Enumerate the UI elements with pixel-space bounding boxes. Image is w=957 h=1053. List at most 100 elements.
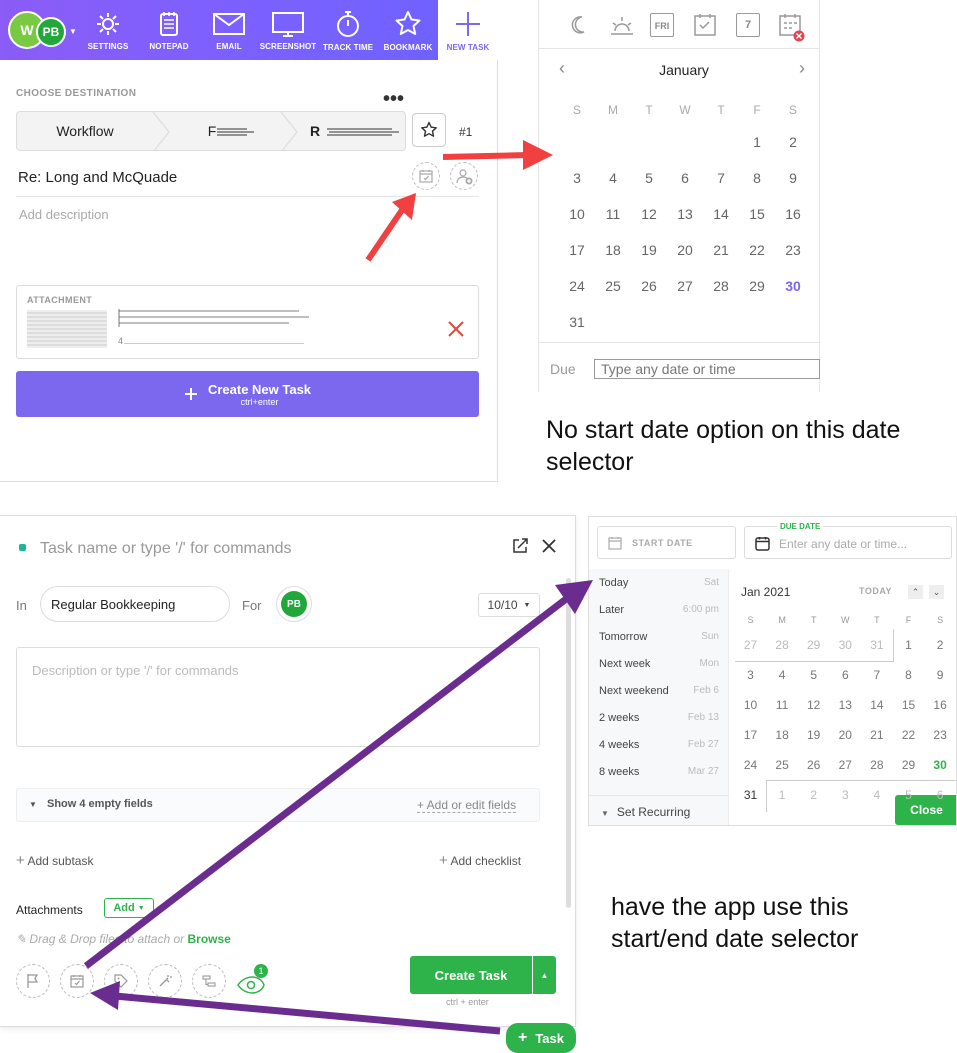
calendar-day[interactable]: 14 [703,206,739,222]
calendar-day[interactable]: 4 [767,668,798,682]
calendar-day[interactable]: 8 [739,170,775,186]
calendar-day[interactable]: 23 [775,242,811,258]
breadcrumb-list[interactable]: R [306,112,324,150]
calendar-day[interactable]: 31 [861,638,892,652]
add-edit-fields-link[interactable]: + Add or edit fields [417,798,517,813]
today-button[interactable]: TODAY [859,586,892,596]
calendar-day[interactable]: 1 [893,638,924,652]
calendar-day[interactable]: 12 [631,206,667,222]
calendar-day[interactable]: 1 [739,134,775,150]
tool-settings[interactable]: SETTINGS [77,0,139,60]
breadcrumb-folder[interactable]: F [203,112,221,150]
calendar-day[interactable]: 2 [775,134,811,150]
calendar-day[interactable]: 5 [798,668,829,682]
calendar-day[interactable]: 13 [830,698,861,712]
show-empty-fields[interactable]: Show 4 empty fields [47,798,153,810]
calendar-day[interactable]: 9 [775,170,811,186]
browse-link[interactable]: Browse [187,932,230,946]
next-month-icon[interactable]: › [799,58,805,79]
calendar-day[interactable]: 15 [893,698,924,712]
quick-option[interactable]: 8 weeks Mar 27 [599,766,719,778]
calendar-day[interactable]: 9 [925,668,956,682]
close-icon[interactable] [540,537,558,555]
quick-option[interactable]: Next weekend Feb 6 [599,685,719,697]
quick-option[interactable]: Later 6:00 pm [599,604,719,616]
calendar-day[interactable]: 3 [735,668,766,682]
calendar-day[interactable]: 7 [861,668,892,682]
calendar-day[interactable]: 24 [735,758,766,772]
calendar-day[interactable]: 7 [703,170,739,186]
calendar-day[interactable]: 8 [893,668,924,682]
calendar-day[interactable]: 25 [767,758,798,772]
calendar-day[interactable]: 6 [830,668,861,682]
status-dropdown[interactable]: 10/10 ▼ [478,593,540,617]
tool-screenshot[interactable]: SCREENSHOT [257,0,319,60]
create-new-task-button[interactable]: Create New Task ctrl+enter [16,371,479,417]
calendar-day[interactable]: 28 [703,278,739,294]
breadcrumb-workspace[interactable]: Workflow [17,112,153,150]
calendar-day[interactable]: 2 [925,638,956,652]
quick-option[interactable]: Next week Mon [599,658,719,670]
calendar-day[interactable]: 31 [735,788,766,802]
create-options-button[interactable]: ▲ [533,956,556,994]
quick-option[interactable]: 2 weeks Feb 13 [599,712,719,724]
chevron-down-icon[interactable]: ▼ [69,27,77,36]
week-icon[interactable] [693,13,717,37]
watchers-button[interactable]: 1 [236,964,270,996]
calendar-day[interactable]: 6 [925,788,956,802]
start-date-input[interactable]: START DATE [597,526,736,559]
tool-track-time[interactable]: TRACK TIME [317,0,379,60]
prev-month-icon[interactable]: ‹ [559,58,565,79]
calendar-day[interactable]: 10 [559,206,595,222]
calendar-day[interactable]: 26 [798,758,829,772]
calendar-day[interactable]: 17 [559,242,595,258]
calendar-day[interactable]: 20 [667,242,703,258]
calendar-day[interactable]: 1 [767,788,798,802]
calendar-day[interactable]: 22 [739,242,775,258]
calendar-day[interactable]: 26 [631,278,667,294]
quick-option[interactable]: 4 weeks Feb 27 [599,739,719,751]
tool-new-task[interactable]: NEW TASK [438,0,498,60]
calendar-day[interactable]: 14 [861,698,892,712]
priority-button[interactable] [16,964,50,998]
calendar-day[interactable]: 20 [830,728,861,742]
description-input[interactable]: Add description [19,207,109,222]
calendar-day[interactable]: 24 [559,278,595,294]
calendar-day[interactable]: 2 [798,788,829,802]
add-subtask-button[interactable]: + Add subtask [16,852,93,869]
calendar-day[interactable]: 29 [798,638,829,652]
calendar-day[interactable]: 21 [861,728,892,742]
calendar-day[interactable]: 28 [767,638,798,652]
calendar-day[interactable]: 13 [667,206,703,222]
calendar-day[interactable]: 18 [767,728,798,742]
remove-date-icon[interactable] [778,13,806,43]
description-box[interactable]: Description or type '/' for commands [16,647,540,747]
add-checklist-button[interactable]: + Add checklist [439,852,521,869]
task-name-input[interactable]: Task name or type '/' for commands [40,540,292,558]
calendar-day[interactable]: 17 [735,728,766,742]
calendar-day[interactable]: 31 [559,314,595,330]
quick-option[interactable]: Today Sat [599,577,719,589]
tool-bookmark[interactable]: BOOKMARK [377,0,439,60]
due-date-input[interactable]: Type any date or time [594,359,820,379]
calendar-day[interactable]: 27 [667,278,703,294]
add-attachment-button[interactable]: Add ▼ [104,898,154,918]
scrollbar[interactable] [566,578,571,908]
create-task-button[interactable]: Create Task [410,956,532,994]
calendar-day[interactable]: 30 [925,758,956,772]
task-title[interactable]: Re: Long and McQuade [18,169,177,186]
assignee-button[interactable]: PB [276,586,312,622]
calendar-day[interactable]: 11 [595,206,631,222]
calendar-day[interactable]: 6 [667,170,703,186]
calendar-day[interactable]: 5 [631,170,667,186]
caret-down-icon[interactable]: ▼ [29,800,37,809]
remove-attachment-icon[interactable] [447,320,465,338]
calendar-day[interactable]: 16 [775,206,811,222]
calendar-day[interactable]: 11 [767,698,798,712]
calendar-day[interactable]: 25 [595,278,631,294]
calendar-day[interactable]: 21 [703,242,739,258]
calendar-day[interactable]: 12 [798,698,829,712]
calendar-day[interactable]: 27 [735,638,766,652]
calendar-day[interactable]: 18 [595,242,631,258]
calendar-day[interactable]: 15 [739,206,775,222]
